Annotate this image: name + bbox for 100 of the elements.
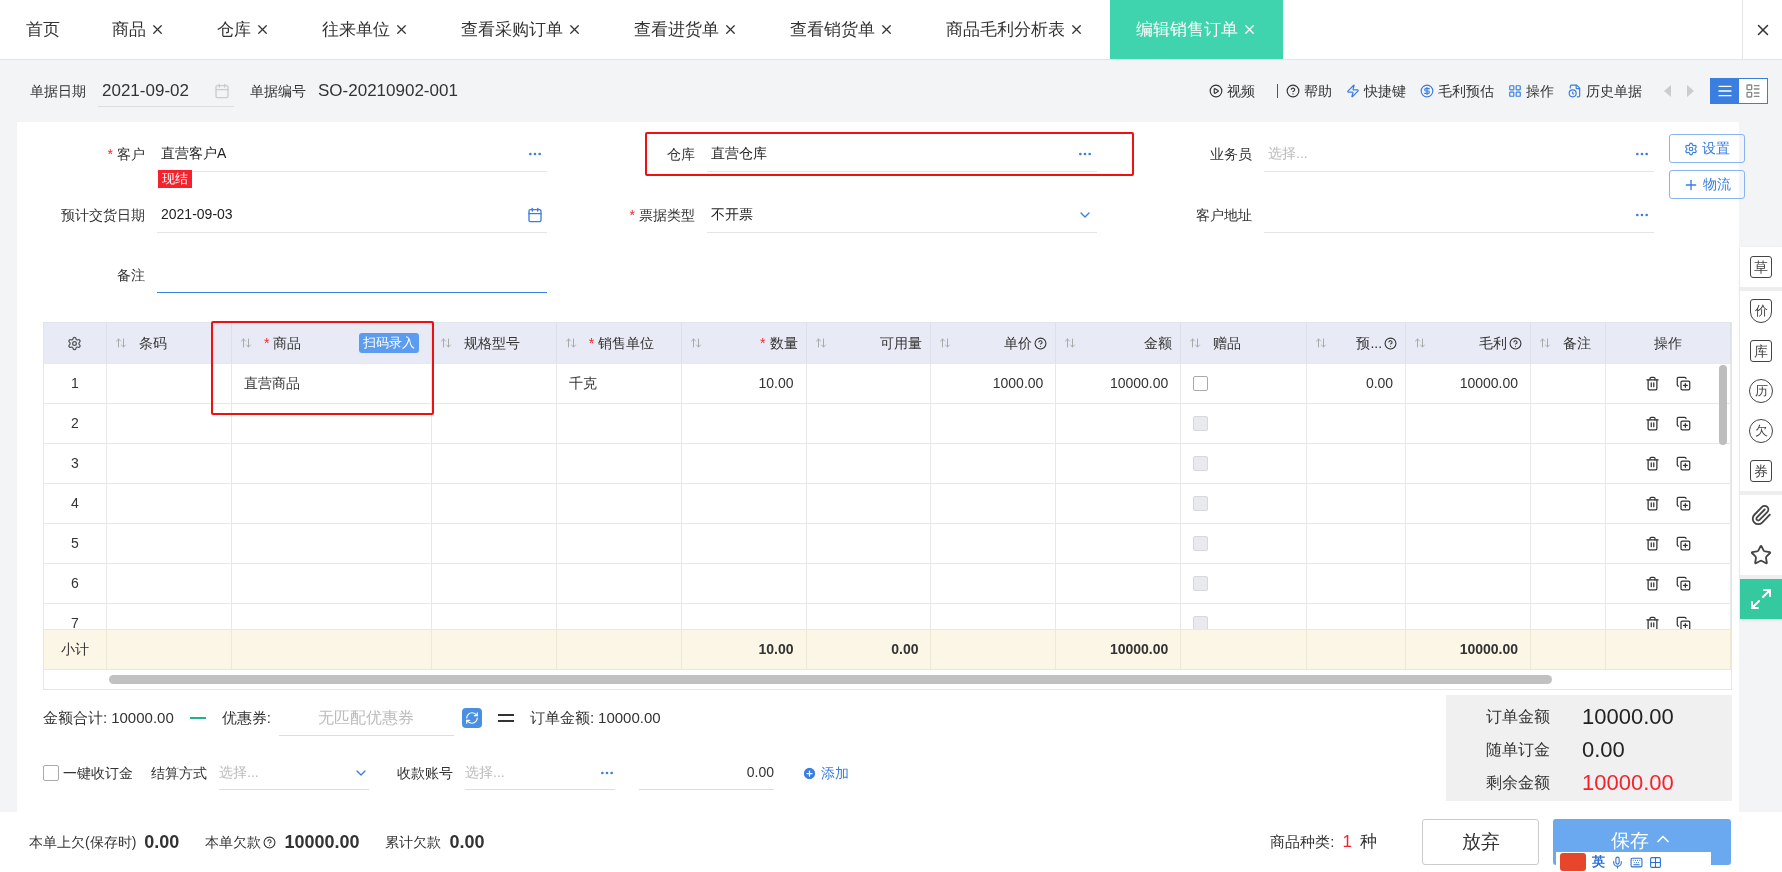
table-cell-text: 直营商品	[243, 374, 300, 393]
column-header[interactable]: 备注	[1531, 323, 1607, 363]
close-icon[interactable]	[150, 22, 165, 37]
subtotal-value: 10000.00	[1109, 640, 1169, 659]
copy-icon[interactable]	[1676, 416, 1691, 431]
close-icon[interactable]	[394, 22, 409, 37]
circle-sidebar-button[interactable]: 欠	[1740, 411, 1782, 451]
doc-sidebar-button[interactable]: 草	[1740, 247, 1782, 287]
input-field[interactable]: 2021-09-03	[157, 197, 547, 233]
close-icon[interactable]	[1069, 22, 1084, 37]
column-header[interactable]: 规格型号	[431, 323, 557, 363]
copy-icon[interactable]	[1676, 536, 1691, 551]
refresh-icon[interactable]	[461, 708, 482, 728]
table-cell-text: 千克	[568, 374, 597, 393]
delete-icon[interactable]	[1645, 496, 1660, 511]
tab[interactable]: 往来单位	[296, 0, 435, 59]
required-mark: *	[263, 333, 270, 353]
copy-icon[interactable]	[1676, 576, 1691, 591]
delete-icon[interactable]	[1645, 456, 1660, 471]
delete-icon[interactable]	[1645, 576, 1660, 591]
tab[interactable]: 商品	[86, 0, 191, 59]
column-header[interactable]: 赠品	[1181, 323, 1308, 363]
row-number: 6	[71, 574, 79, 593]
star-sidebar-button[interactable]	[1740, 535, 1782, 575]
detail-view-button[interactable]	[1739, 79, 1767, 103]
deposit-checkbox[interactable]	[43, 765, 59, 781]
list-view-button[interactable]	[1711, 79, 1739, 103]
input-field[interactable]: 直营仓库	[707, 136, 1097, 172]
box-sidebar-button[interactable]: 券	[1740, 451, 1782, 491]
cycle-sidebar-button[interactable]: 历	[1740, 371, 1782, 411]
clip-sidebar-button[interactable]	[1740, 495, 1782, 535]
close-icon[interactable]	[723, 22, 738, 37]
delete-icon[interactable]	[1645, 376, 1660, 391]
date-field[interactable]: 2021-09-02	[98, 75, 234, 107]
toolbar-button[interactable]: 快捷键	[1346, 80, 1406, 102]
column-header[interactable]: 可用量	[806, 323, 932, 363]
date-label: 单据日期	[30, 81, 86, 101]
close-icon[interactable]	[879, 22, 894, 37]
close-icon[interactable]	[255, 22, 270, 37]
star-icon	[1750, 544, 1772, 566]
tab[interactable]: 查看采购订单	[435, 0, 608, 59]
footer-value: 0.00	[144, 830, 180, 854]
settings-button[interactable]: 设置	[1669, 134, 1745, 163]
column-header[interactable]: 毛利	[1406, 323, 1532, 363]
toolbar-button[interactable]: 历史单据	[1568, 80, 1642, 102]
column-header[interactable]: 金额	[1056, 323, 1182, 363]
plus-icon	[802, 765, 817, 781]
summary-value: 10000.00	[1582, 769, 1674, 797]
settings-icon[interactable]	[67, 335, 83, 351]
input-field[interactable]: 不开票	[707, 197, 1097, 233]
column-header[interactable]: 条码	[106, 323, 232, 363]
column-title: 金额	[1144, 333, 1173, 353]
detail-list-icon	[1745, 83, 1761, 99]
delete-icon[interactable]	[1645, 616, 1660, 629]
toolbar-button[interactable]: 毛利预估	[1420, 80, 1494, 102]
tab[interactable]: 商品毛利分析表	[920, 0, 1110, 59]
calendar-icon[interactable]	[527, 206, 543, 223]
discard-button[interactable]: 放弃	[1422, 819, 1539, 865]
toolbar-button[interactable]: 操作	[1508, 80, 1554, 102]
close-icon[interactable]	[567, 22, 582, 37]
shield-sidebar-button[interactable]: 价	[1740, 291, 1782, 331]
copy-icon[interactable]	[1676, 616, 1691, 629]
delete-icon[interactable]	[1645, 416, 1660, 431]
account-label: 收款账号	[397, 763, 453, 783]
gift-checkbox[interactable]	[1193, 376, 1209, 391]
table-cell-text: 10.00	[758, 374, 794, 393]
tab[interactable]: 首页	[0, 0, 86, 59]
copy-icon[interactable]	[1676, 456, 1691, 471]
required-mark: *	[629, 205, 635, 225]
subtotal-value: 10.00	[758, 640, 794, 659]
tab[interactable]: 查看销货单	[764, 0, 920, 59]
column-header[interactable]: 预...	[1307, 323, 1407, 363]
tab[interactable]: 仓库	[191, 0, 296, 59]
history-icon	[1568, 84, 1582, 98]
column-header[interactable]: * 数量	[681, 323, 807, 363]
toolbar-button[interactable]: 视频	[1209, 80, 1255, 102]
scrollbar-thumb[interactable]	[1719, 365, 1727, 445]
gear-icon	[1684, 141, 1698, 156]
add-button[interactable]: 物流	[1669, 170, 1745, 199]
order-total-value: 10000.00	[598, 707, 661, 728]
grid-icon	[1649, 855, 1662, 869]
field-label: 仓库	[667, 144, 695, 164]
horizontal-scrollbar[interactable]	[109, 675, 1552, 684]
tab[interactable]: 查看进货单	[608, 0, 764, 59]
column-header[interactable]: * 销售单位	[556, 323, 682, 363]
input-method-bar[interactable]: 英	[1556, 852, 1711, 872]
delete-icon[interactable]	[1645, 536, 1660, 551]
toolbar-button[interactable]: 帮助	[1286, 80, 1332, 102]
copy-icon[interactable]	[1676, 496, 1691, 511]
copy-icon[interactable]	[1676, 376, 1691, 391]
column-header[interactable]: 单价	[931, 323, 1057, 363]
help-icon	[1286, 84, 1300, 98]
expand-icon	[1749, 587, 1773, 611]
box-sidebar-button[interactable]: 库	[1740, 331, 1782, 371]
amount-field[interactable]: 0.00	[639, 756, 774, 790]
play-icon	[1209, 84, 1223, 98]
column-header[interactable]: 操作	[1606, 323, 1731, 363]
add-link[interactable]: 添加	[802, 762, 849, 784]
table-cell-text: 10000.00	[1109, 374, 1169, 393]
column-title: 备注	[1563, 333, 1592, 353]
